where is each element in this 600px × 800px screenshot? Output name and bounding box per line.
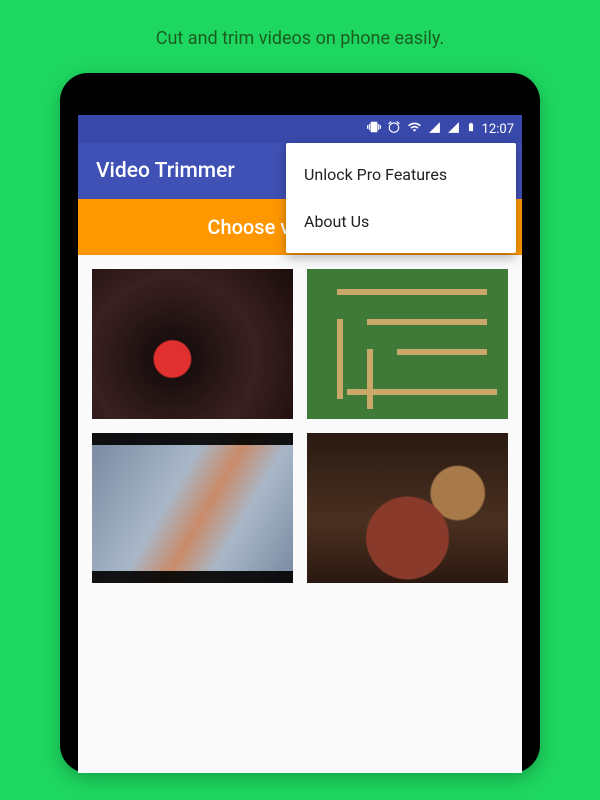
menu-item-about-us[interactable]: About Us — [286, 198, 516, 245]
menu-item-unlock-pro[interactable]: Unlock Pro Features — [286, 151, 516, 198]
vibrate-icon — [367, 120, 381, 138]
tablet-frame: 12:07 Video Trimmer Choose video to trim… — [60, 73, 540, 773]
status-bar: 12:07 — [78, 115, 522, 143]
video-thumbnail-4[interactable] — [307, 433, 508, 583]
video-thumbnail-3[interactable] — [92, 433, 293, 583]
overflow-menu: Unlock Pro Features About Us — [286, 143, 516, 253]
video-grid — [78, 255, 522, 597]
battery-icon — [466, 120, 476, 138]
signal-icon-2 — [447, 121, 460, 138]
status-time: 12:07 — [482, 122, 514, 137]
app-title: Video Trimmer — [96, 159, 235, 183]
promo-tagline: Cut and trim videos on phone easily. — [156, 28, 444, 49]
video-thumbnail-1[interactable] — [92, 269, 293, 419]
device-screen: 12:07 Video Trimmer Choose video to trim… — [78, 115, 522, 773]
wifi-icon — [407, 120, 422, 138]
video-thumbnail-2[interactable] — [307, 269, 508, 419]
signal-icon — [428, 121, 441, 138]
alarm-icon — [387, 120, 401, 138]
